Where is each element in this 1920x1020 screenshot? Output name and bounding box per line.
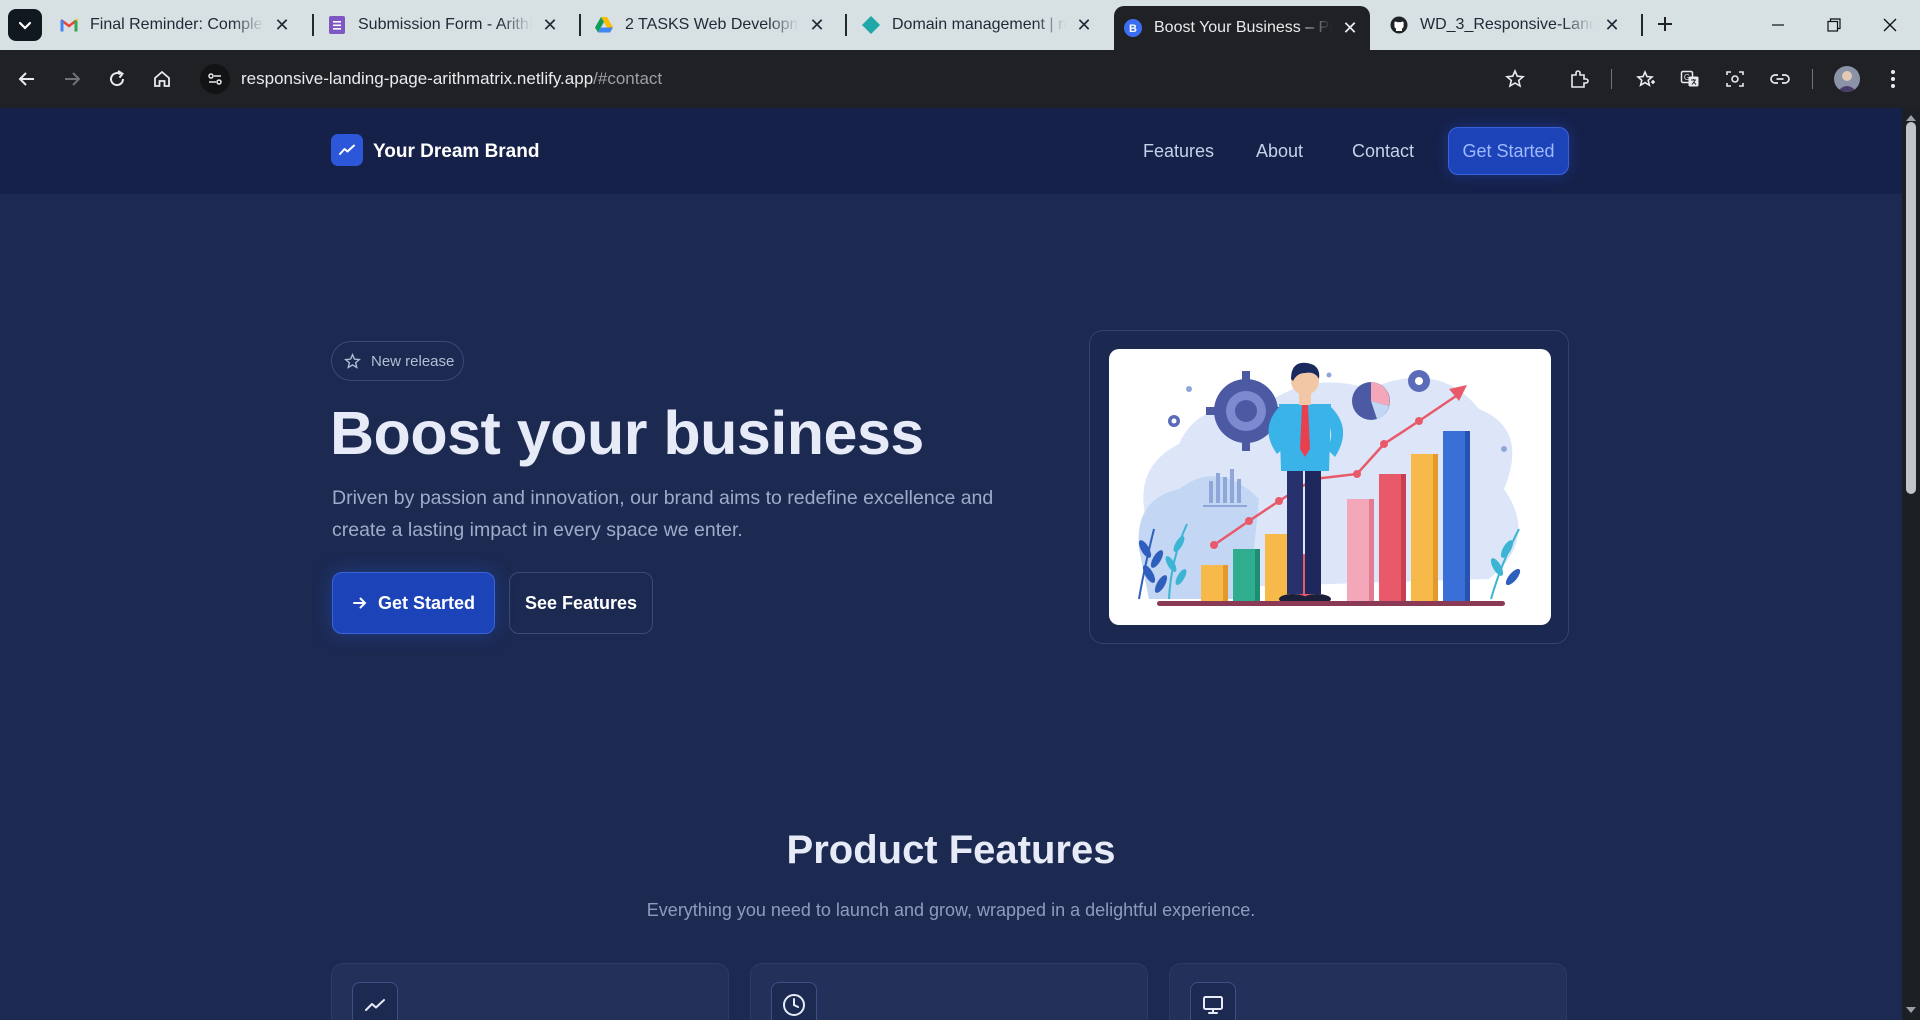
svg-text:B: B <box>1129 23 1137 35</box>
url-text[interactable]: responsive-landing-page-arithmatrix.netl… <box>241 69 662 89</box>
features-title: Product Features <box>786 828 1116 872</box>
netlify-icon <box>862 16 880 34</box>
star-icon <box>344 352 361 370</box>
arrow-left-icon <box>18 72 34 86</box>
hero-image-frame <box>1089 330 1569 644</box>
site-favicon: B <box>1124 19 1142 37</box>
feature-card <box>1169 963 1567 1020</box>
brand-logo-icon[interactable] <box>331 134 363 166</box>
close-icon <box>1883 18 1897 32</box>
pie-icon <box>1352 382 1390 420</box>
features-subtitle: Everything you need to launch and grow, … <box>646 900 1256 920</box>
tab-title: WD_3_Responsive-Landing-Page <box>1420 16 1594 33</box>
tab-title: Boost Your Business – Product <box>1154 19 1332 36</box>
business-growth-illustration <box>1109 349 1551 625</box>
feature-card <box>331 963 729 1020</box>
extensions-icon[interactable] <box>1566 66 1592 92</box>
arrow-right-icon <box>65 72 81 86</box>
screenshot-icon[interactable] <box>1722 66 1748 92</box>
site-navbar: Your Dream Brand Features About Contact … <box>0 108 1902 194</box>
minimize-button[interactable] <box>1750 0 1806 50</box>
close-window-button[interactable] <box>1862 0 1918 50</box>
link-icon[interactable] <box>1767 66 1793 92</box>
tab-title: Domain management | responsive <box>892 16 1066 33</box>
tab-domain-management[interactable]: Domain management | responsive ✕ <box>852 8 1104 42</box>
more-menu-icon[interactable] <box>1880 66 1906 92</box>
new-release-badge: New release <box>331 341 464 381</box>
nav-link-contact[interactable]: Contact <box>1352 141 1414 162</box>
trend-icon <box>352 982 398 1020</box>
tab-separator <box>579 14 581 36</box>
close-icon[interactable]: ✕ <box>1340 18 1360 38</box>
nav-get-started-button[interactable]: Get Started <box>1448 127 1569 175</box>
reload-button[interactable] <box>104 66 130 92</box>
close-icon[interactable]: ✕ <box>1602 15 1622 35</box>
feature-card <box>750 963 1148 1020</box>
scrollbar-thumb[interactable] <box>1906 122 1916 494</box>
scroll-down-icon <box>1906 1007 1916 1013</box>
toolbar-divider <box>1611 69 1612 89</box>
brand-name[interactable]: Your Dream Brand <box>373 141 539 163</box>
bookmark-star-icon[interactable] <box>1502 66 1528 92</box>
chevron-down-icon <box>18 21 32 30</box>
close-icon[interactable]: ✕ <box>1074 15 1094 35</box>
see-features-button[interactable]: See Features <box>509 572 653 634</box>
gmail-icon <box>60 16 78 34</box>
close-icon[interactable]: ✕ <box>540 15 560 35</box>
hero-title: Boost your business <box>330 399 924 467</box>
tab-separator <box>312 14 314 36</box>
tab-separator <box>845 14 847 36</box>
favorites-icon[interactable] <box>1633 66 1659 92</box>
small-gear-icon <box>1408 370 1430 392</box>
tab-submission-form[interactable]: Submission Form - ArithMatrix ✕ <box>318 8 570 42</box>
hero-description: Driven by passion and innovation, our br… <box>332 487 994 541</box>
arrow-right-icon <box>352 595 368 611</box>
nav-link-features[interactable]: Features <box>1143 141 1214 162</box>
forms-icon <box>328 16 346 34</box>
landing-page: Your Dream Brand Features About Contact … <box>0 108 1902 1020</box>
clock-icon <box>771 982 817 1020</box>
site-info-icon[interactable] <box>200 64 230 94</box>
restore-button[interactable] <box>1806 0 1862 50</box>
browser-tab-bar: Final Reminder: Complete Your ✕ Submissi… <box>0 0 1920 50</box>
plus-icon <box>1658 17 1672 31</box>
tab-separator <box>1641 14 1643 36</box>
hero-get-started-button[interactable]: Get Started <box>332 572 495 634</box>
close-icon[interactable]: ✕ <box>807 15 827 35</box>
tab-drive[interactable]: 2 TASKS Web Development ✕ <box>585 8 837 42</box>
reload-icon <box>110 70 125 87</box>
drive-icon <box>595 16 613 34</box>
minimize-icon <box>1772 24 1784 26</box>
tab-boost-your-business[interactable]: B Boost Your Business – Product ✕ <box>1114 6 1370 50</box>
translate-icon[interactable]: G <box>1677 66 1703 92</box>
tab-title: Final Reminder: Complete Your <box>90 16 264 33</box>
new-tab-button[interactable] <box>1650 9 1680 39</box>
profile-avatar[interactable] <box>1834 66 1860 92</box>
badge-label: New release <box>371 352 455 370</box>
close-icon[interactable]: ✕ <box>272 15 292 35</box>
monitor-icon <box>1190 982 1236 1020</box>
tab-gmail[interactable]: Final Reminder: Complete Your ✕ <box>50 8 302 42</box>
button-label: Get Started <box>377 592 476 613</box>
nav-link-about[interactable]: About <box>1256 141 1303 162</box>
home-icon <box>154 70 170 87</box>
tab-title: 2 TASKS Web Development <box>625 16 799 33</box>
tab-github[interactable]: WD_3_Responsive-Landing-Page ✕ <box>1380 8 1632 42</box>
back-button[interactable] <box>14 66 40 92</box>
tab-title: Submission Form - ArithMatrix <box>358 16 532 33</box>
tab-search-button[interactable] <box>8 9 42 41</box>
home-button[interactable] <box>149 66 175 92</box>
toolbar-divider <box>1812 69 1813 89</box>
forward-button[interactable] <box>59 66 85 92</box>
github-icon <box>1390 16 1408 34</box>
restore-icon <box>1827 18 1841 32</box>
